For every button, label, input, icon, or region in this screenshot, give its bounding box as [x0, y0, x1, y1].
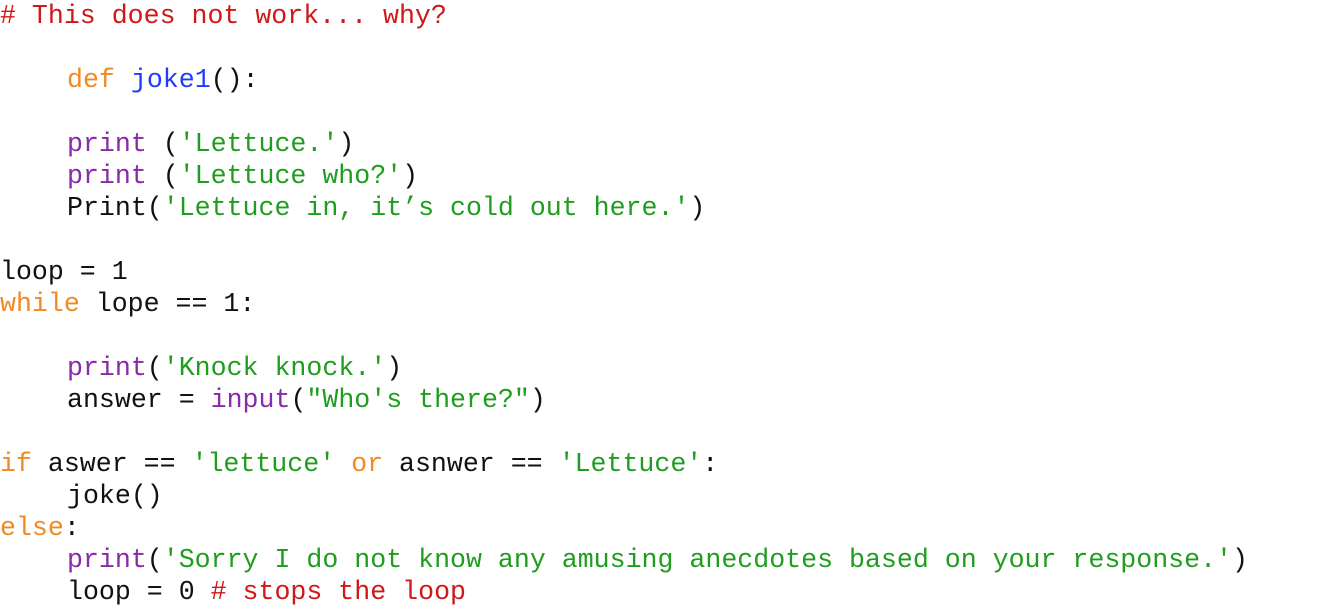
code-line-19: loop = 0 # stops the loop — [0, 576, 1248, 608]
code-line-13: answer = input("Who's there?") — [0, 384, 1248, 416]
code-text: ) — [1232, 545, 1248, 575]
string-literal: "Who's there?" — [306, 385, 530, 415]
code-text: ) — [402, 161, 419, 191]
code-text: ( — [146, 161, 179, 191]
code-text: lope == 1: — [79, 289, 256, 319]
code-text: ) — [529, 385, 546, 415]
code-text: joke() — [67, 481, 163, 511]
builtin: print — [67, 161, 147, 191]
comment: # This does not work... why? — [0, 1, 447, 31]
string-literal: 'Lettuce' — [558, 449, 703, 479]
code-text: (): — [210, 65, 259, 95]
code-line-5: print ('Lettuce.') — [0, 128, 1248, 160]
code-text: aswer == — [31, 449, 192, 479]
code-line-17: else: — [0, 512, 1248, 544]
code-text: asnwer == — [383, 449, 559, 479]
string-literal: 'Knock knock.' — [162, 353, 387, 383]
keyword: if — [0, 449, 32, 479]
comment: # stops the loop — [210, 577, 466, 607]
builtin: print — [67, 129, 147, 159]
code-text: loop = 0 — [67, 577, 211, 607]
code-text: ( — [146, 129, 179, 159]
keyword: while — [0, 289, 80, 319]
builtin: input — [210, 385, 291, 415]
code-text: ) — [338, 129, 355, 159]
code-line-12: print('Knock knock.') — [0, 352, 1248, 384]
code-text: ) — [689, 193, 706, 223]
keyword: or — [351, 449, 384, 479]
code-text: ( — [146, 353, 163, 383]
code-line-7: Print('Lettuce in, it’s cold out here.') — [0, 192, 1248, 224]
string-literal: 'Lettuce in, it’s cold out here.' — [162, 193, 690, 223]
code-text: : — [63, 513, 80, 543]
string-literal: 'Lettuce who?' — [178, 161, 403, 191]
string-literal: 'Sorry I do not know any amusing anecdot… — [162, 545, 1233, 575]
code-text: : — [702, 449, 719, 479]
code-text: loop = 1 — [0, 257, 128, 287]
code-line-6: print ('Lettuce who?') — [0, 160, 1248, 192]
builtin: print — [67, 353, 147, 383]
code-line-10: while lope == 1: — [0, 288, 1248, 320]
code-line-15: if aswer == 'lettuce' or asnwer == 'Lett… — [0, 448, 1248, 480]
code-line-16: joke() — [0, 480, 1248, 512]
code-line-1: # This does not work... why? — [0, 0, 1248, 32]
code-text: ( — [146, 545, 163, 575]
code-text: Print( — [67, 193, 163, 223]
code-text: ( — [290, 385, 307, 415]
code-line-18: print('Sorry I do not know any amusing a… — [0, 544, 1248, 576]
keyword: def — [67, 65, 115, 95]
code-text: answer = — [67, 385, 211, 415]
keyword: else — [0, 513, 64, 543]
code-text: ) — [386, 353, 403, 383]
builtin: print — [67, 545, 147, 575]
string-literal: 'Lettuce.' — [178, 129, 339, 159]
code-line-3: def joke1(): — [0, 64, 1248, 96]
code-line-9: loop = 1 — [0, 256, 1248, 288]
string-literal: 'lettuce' — [191, 449, 336, 479]
function-name: joke1 — [130, 65, 211, 95]
code-listing: # This does not work... why? def joke1()… — [0, 0, 1248, 608]
